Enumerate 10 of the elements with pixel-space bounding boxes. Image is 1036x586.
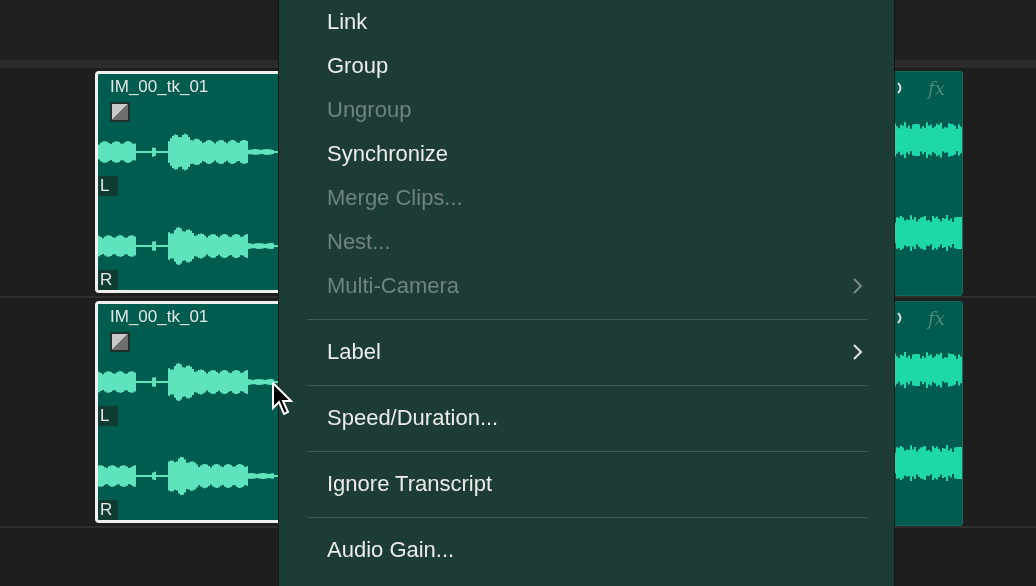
effects-label: fx	[928, 77, 945, 99]
menu-item[interactable]: Link	[279, 0, 894, 44]
channel-label: L	[98, 406, 118, 426]
menu-item[interactable]: Audio Gain...	[279, 528, 894, 572]
clip-name: IM_00_tk_01	[109, 306, 210, 328]
channel-label: L	[98, 176, 118, 196]
clip-name: IM_00_tk_01	[109, 76, 210, 98]
channel-label: R	[98, 500, 118, 520]
effects-label: fx	[928, 307, 945, 329]
channel-label: R	[98, 270, 118, 290]
